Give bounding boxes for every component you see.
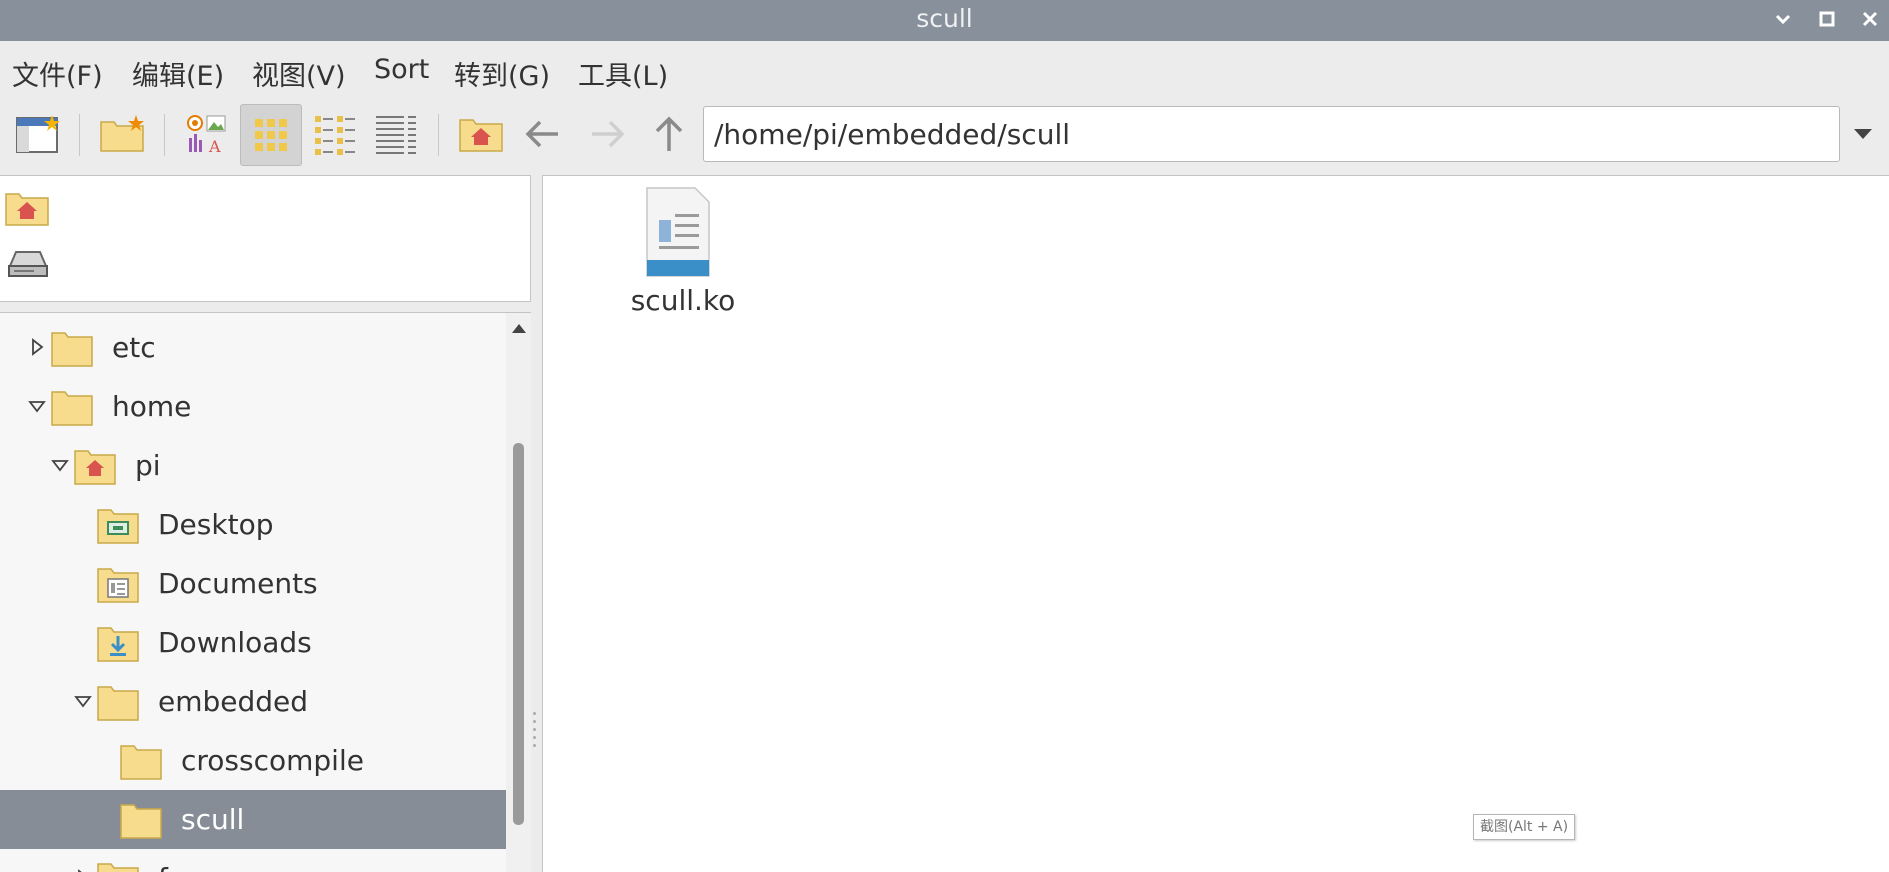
pane-splitter[interactable] (533, 712, 537, 752)
thumbnail-view-icon: A (187, 115, 226, 156)
tree-item-label: Desktop (158, 508, 274, 541)
back-button[interactable] (516, 104, 570, 164)
tree-item-label: crosscompile (181, 744, 364, 777)
folder-icon (51, 391, 93, 426)
maximize-button[interactable] (1814, 6, 1840, 32)
expander-collapsed-icon[interactable] (28, 338, 46, 356)
folder-icon (51, 332, 93, 367)
expander-expanded-icon[interactable] (51, 456, 69, 474)
menu-bar: 文件(F) 编辑(E) 视图(V) Sort 转到(G) 工具(L) (0, 41, 1889, 98)
tree-item-label: home (112, 390, 192, 423)
tree-scroll-thumb[interactable] (513, 443, 524, 825)
tree-item-label: scull (181, 803, 245, 836)
new-window-icon (16, 115, 60, 153)
toolbar-separator (438, 114, 439, 156)
menu-go[interactable]: 转到(G) (454, 54, 550, 93)
maximize-icon (1819, 11, 1835, 27)
tree-item-label: embedded (158, 685, 309, 718)
places-home[interactable] (4, 188, 50, 232)
icon-view-button[interactable] (240, 104, 302, 166)
drive-icon (8, 251, 48, 277)
documents-folder-icon (97, 568, 139, 603)
desktop-folder-icon (97, 509, 139, 544)
tree-item-pi[interactable]: pi (0, 436, 506, 495)
minimize-button[interactable] (1770, 6, 1796, 32)
path-history-dropdown[interactable] (1852, 126, 1874, 145)
folder-icon (120, 745, 162, 780)
file-view: scull.ko 截图(Alt + A) (542, 175, 1889, 872)
arrow-up-icon (655, 116, 683, 151)
compact-list-icon (315, 116, 355, 155)
folder-icon (97, 686, 139, 721)
icon-grid-icon (255, 119, 287, 151)
tree-scrollbar[interactable] (506, 313, 531, 872)
new-folder-icon (100, 115, 144, 152)
home-button[interactable] (454, 104, 508, 164)
file-item[interactable]: scull.ko (583, 186, 783, 326)
window-title: scull (916, 4, 973, 33)
path-input[interactable] (703, 106, 1840, 162)
menu-view[interactable]: 视图(V) (252, 54, 346, 93)
scroll-up-arrow-icon[interactable] (511, 319, 527, 338)
forward-button[interactable] (580, 104, 634, 164)
tree-item-label: etc (112, 331, 156, 364)
close-button[interactable] (1857, 6, 1883, 32)
detailed-list-view-button[interactable] (368, 104, 424, 164)
menu-sort[interactable]: Sort (374, 54, 429, 85)
chevron-down-icon (1775, 14, 1791, 25)
tree-item-label: Documents (158, 567, 318, 600)
tree-item-label: face (158, 862, 218, 872)
dropdown-arrow-icon (1854, 129, 1872, 139)
folder-icon (120, 804, 162, 839)
tree-item-label: pi (135, 449, 161, 482)
tree-item-documents[interactable]: Documents (0, 554, 506, 613)
tree-item-scull[interactable]: scull (0, 790, 506, 849)
close-icon (1862, 11, 1878, 27)
tree-item-label: Downloads (158, 626, 312, 659)
places-filesystem[interactable] (6, 246, 50, 286)
tree-item-downloads[interactable]: Downloads (0, 613, 506, 672)
expander-expanded-icon[interactable] (28, 397, 46, 415)
places-pane (0, 175, 531, 302)
toolbar-separator (79, 114, 80, 156)
document-icon (646, 187, 710, 277)
tree-item-desktop[interactable]: Desktop (0, 495, 506, 554)
arrow-right-icon (592, 120, 625, 148)
menu-tools[interactable]: 工具(L) (578, 54, 668, 93)
tree-item-etc[interactable]: etc (0, 318, 506, 377)
thumbnail-view-button[interactable]: A (178, 104, 234, 164)
downloads-folder-icon (97, 627, 139, 662)
home-folder-icon (74, 450, 116, 485)
toolbar-separator (164, 114, 165, 156)
menu-file[interactable]: 文件(F) (12, 54, 103, 93)
tree-item-crosscompile[interactable]: crosscompile (0, 731, 506, 790)
menu-edit[interactable]: 编辑(E) (132, 54, 224, 93)
tree-item-home[interactable]: home (0, 377, 506, 436)
tree-item-face[interactable]: face (0, 849, 506, 872)
tree-item-embedded[interactable]: embedded (0, 672, 506, 731)
new-folder-button[interactable] (92, 104, 152, 164)
directory-tree: etc home pi Desktop Documents Downloads embedd… (0, 312, 531, 872)
up-button[interactable] (642, 104, 696, 164)
expander-expanded-icon[interactable] (74, 692, 92, 710)
toolbar: A (0, 98, 1889, 175)
home-folder-icon (5, 193, 49, 226)
arrow-left-icon (525, 120, 558, 148)
new-window-button[interactable] (8, 104, 66, 164)
svg-text:A: A (208, 137, 221, 156)
home-folder-icon (459, 119, 503, 152)
detailed-list-icon (376, 116, 416, 154)
title-bar: scull (0, 0, 1889, 41)
screenshot-tooltip: 截图(Alt + A) (1473, 814, 1576, 840)
compact-view-button[interactable] (306, 104, 362, 164)
file-name: scull.ko (630, 284, 736, 317)
folder-icon (97, 863, 139, 872)
